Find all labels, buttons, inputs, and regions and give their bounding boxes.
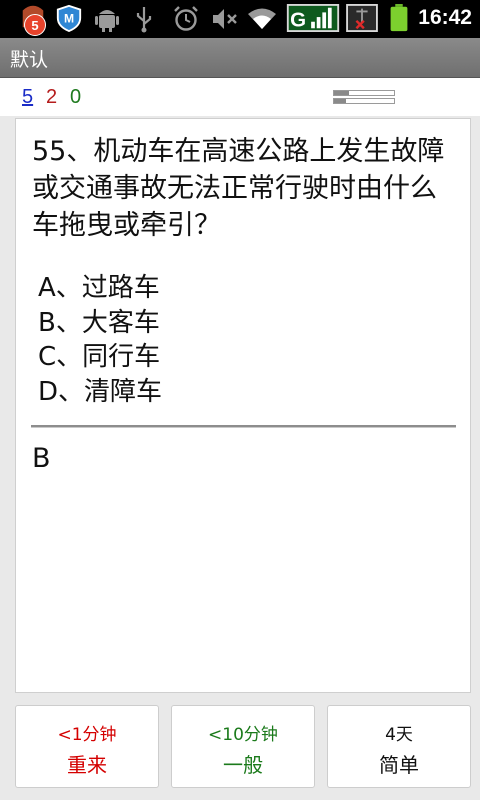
good-interval: <10分钟 (208, 725, 278, 745)
easy-interval: 4天 (385, 725, 413, 745)
gprs-signal-icon: G (286, 4, 340, 32)
shield-app-icon: M (56, 4, 82, 32)
easy-button[interactable]: 4天 简单 (327, 705, 471, 788)
card-counts-bar: 5 2 0 (0, 78, 480, 116)
option-a: A、过路车 (38, 273, 160, 303)
option-d: D、清障车 (38, 376, 163, 407)
clock: 16:42 (418, 6, 472, 29)
svg-text:M: M (64, 12, 74, 26)
wifi-icon (248, 8, 276, 29)
deck-title: 默认 (10, 49, 49, 71)
good-button[interactable]: <10分钟 一般 (171, 705, 315, 788)
again-interval: <1分钟 (57, 725, 117, 745)
battery-icon (390, 4, 408, 32)
again-label: 重来 (67, 753, 107, 777)
good-label: 一般 (223, 753, 263, 777)
alarm-icon (174, 6, 198, 31)
question-text: 55、机动车在高速公路上发生故障或交通事故无法正常行驶时由什么车拖曳或牵引？ (32, 136, 445, 241)
flashcard[interactable]: 55、机动车在高速公路上发生故障或交通事故无法正常行驶时由什么车拖曳或牵引？ A… (15, 118, 471, 693)
title-bar: 默认 (0, 38, 480, 78)
answer-text: B (32, 443, 51, 474)
mute-icon (213, 9, 237, 29)
again-button[interactable]: <1分钟 重来 (15, 705, 159, 788)
session-progress-fill (334, 91, 349, 95)
svg-text:G: G (290, 8, 306, 31)
notification-count-badge: 5 (24, 14, 46, 36)
new-count: 5 (22, 86, 34, 108)
deck-progress-bar (333, 98, 395, 104)
android-debug-icon (95, 10, 119, 32)
session-progress-bar (333, 90, 395, 96)
answer-options: A、过路车 B、大客车 C、同行车 D、清障车 (38, 271, 162, 409)
option-b: B、大客车 (38, 307, 160, 338)
status-bar: 5 M G 16:42 (0, 0, 480, 38)
answer-divider (31, 425, 456, 428)
easy-label: 简单 (379, 753, 419, 777)
review-count: 0 (70, 86, 82, 108)
option-c: C、同行车 (38, 342, 161, 372)
usb-icon (136, 7, 152, 33)
no-sim-signal-icon (346, 4, 378, 32)
learning-count: 2 (46, 86, 58, 108)
deck-progress-fill (334, 99, 346, 103)
